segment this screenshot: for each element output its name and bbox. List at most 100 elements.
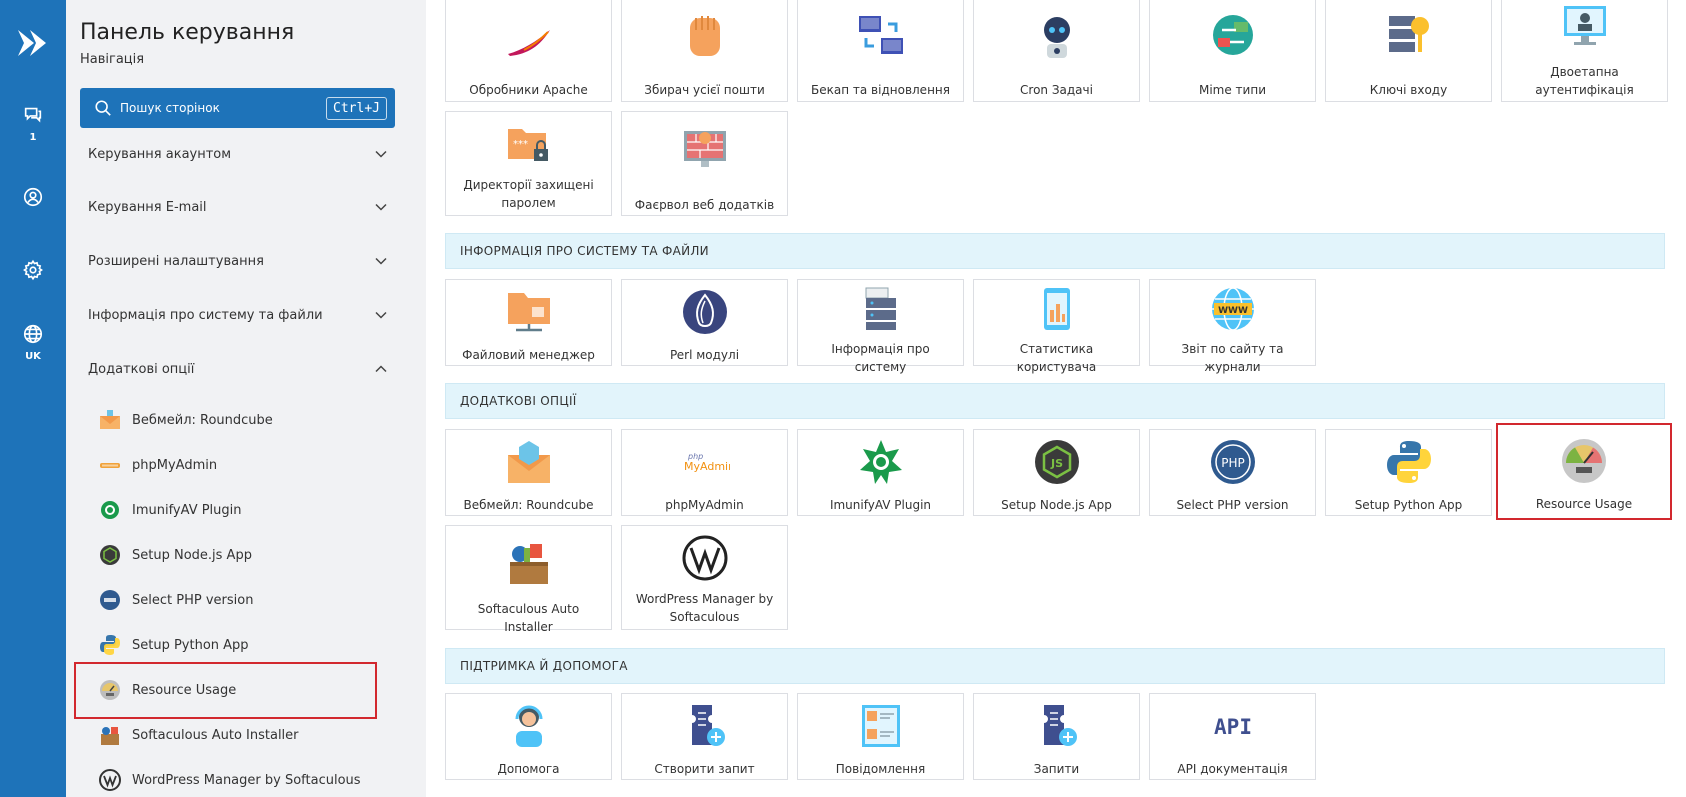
ticket-list-icon bbox=[1043, 705, 1077, 746]
tile-label: Setup Node.js App bbox=[1001, 498, 1112, 512]
tile-label: Setup Python App bbox=[1354, 498, 1463, 512]
search-shortcut: Ctrl+J bbox=[326, 96, 387, 120]
tile-tickets[interactable]: Запити bbox=[973, 693, 1140, 780]
tile-backup[interactable]: Бекап та відновлення bbox=[797, 0, 964, 102]
sidebar-section-extra-options[interactable]: Додаткові опції bbox=[88, 349, 388, 389]
sidebar-section-account[interactable]: Керування акаунтом bbox=[88, 134, 388, 174]
tile-file-manager[interactable]: Файловий менеджер bbox=[445, 279, 612, 366]
sidebar-item-python[interactable]: Setup Python App bbox=[98, 627, 388, 663]
tile-mime-types[interactable]: Mime типи bbox=[1149, 0, 1316, 102]
svg-text:API: API bbox=[1214, 715, 1252, 739]
folder-lock-icon: *** bbox=[507, 129, 548, 161]
perl-onion-icon bbox=[682, 290, 727, 334]
tile-help[interactable]: Допомога bbox=[445, 693, 612, 780]
softaculous-icon bbox=[509, 544, 548, 584]
tile-label: Запити bbox=[1033, 762, 1080, 776]
tile-label: Perl модулі bbox=[669, 348, 740, 362]
sidebar-section-label: Розширені налаштування bbox=[88, 253, 264, 269]
tile-label: Вебмейл: Roundcube bbox=[463, 498, 594, 512]
sidebar-item-label: Softaculous Auto Installer bbox=[132, 727, 299, 743]
sidebar-item-php-version[interactable]: Select PHP version bbox=[98, 582, 388, 618]
tile-waf[interactable]: Фаєрвол веб додатків bbox=[621, 111, 788, 216]
tile-login-keys[interactable]: Ключі входу bbox=[1325, 0, 1492, 102]
tile-label: Двоетапна аутентифікація bbox=[1535, 65, 1634, 97]
tile-python[interactable]: Setup Python App bbox=[1325, 429, 1492, 516]
tile-perl-modules[interactable]: Perl модулі bbox=[621, 279, 788, 366]
tile-cron-jobs[interactable]: Cron Задачі bbox=[973, 0, 1140, 102]
rail-language-button[interactable]: UK bbox=[0, 323, 66, 362]
tile-create-ticket[interactable]: Створити запит bbox=[621, 693, 788, 780]
tile-softaculous[interactable]: Softaculous Auto Installer bbox=[445, 525, 612, 634]
tile-label: Resource Usage bbox=[1535, 497, 1633, 511]
svg-text:WWW: WWW bbox=[1218, 306, 1248, 316]
chat-icon bbox=[24, 107, 42, 123]
logo-icon[interactable] bbox=[12, 22, 54, 64]
tile-php-version[interactable]: PHP Select PHP version bbox=[1149, 429, 1316, 516]
chat-count: 1 bbox=[29, 132, 37, 143]
sidebar-item-label: Вебмейл: Roundcube bbox=[132, 412, 273, 428]
tile-apache-handlers[interactable]: Обробники Apache bbox=[445, 0, 612, 102]
tile-user-stats[interactable]: Статистика користувача bbox=[973, 279, 1140, 374]
tile-roundcube[interactable]: Вебмейл: Roundcube bbox=[445, 429, 612, 516]
sidebar-item-imunifyav[interactable]: ImunifyAV Plugin bbox=[98, 492, 388, 528]
navigation-sidebar: Панель керування Навігація Пошук сторіно… bbox=[66, 0, 408, 797]
sidebar-item-nodejs[interactable]: Setup Node.js App bbox=[98, 537, 388, 573]
search-placeholder: Пошук сторінок bbox=[120, 101, 220, 115]
sidebar-item-label: phpMyAdmin bbox=[132, 457, 218, 473]
tile-label: Статистика користувача bbox=[1016, 342, 1097, 374]
tile-nodejs[interactable]: JS Setup Node.js App bbox=[973, 429, 1140, 516]
sidebar-section-email[interactable]: Керування E-mail bbox=[88, 187, 388, 227]
tile-two-factor[interactable]: Двоетапна аутентифікація bbox=[1501, 0, 1668, 102]
python-icon bbox=[1386, 441, 1431, 483]
section-header-extra-options: ДОДАТКОВІ ОПЦІЇ bbox=[445, 383, 1665, 419]
rail-settings-button[interactable] bbox=[0, 259, 66, 281]
tile-label: phpMyAdmin bbox=[665, 498, 744, 512]
tile-phpmyadmin[interactable]: php MyAdmin phpMyAdmin bbox=[621, 429, 788, 516]
nodejs-icon: JS bbox=[1034, 440, 1079, 484]
language-code: UK bbox=[25, 351, 41, 362]
imunify-icon bbox=[101, 501, 119, 519]
tile-system-info[interactable]: Інформація про систему bbox=[797, 279, 964, 374]
sidebar-item-resource-usage[interactable]: Resource Usage bbox=[98, 672, 388, 708]
section-header-support: ПІДТРИМКА Й ДОПОМОГА bbox=[445, 648, 1665, 684]
www-globe-icon: WWW bbox=[1211, 287, 1254, 331]
sidebar-item-wordpress[interactable]: WordPress Manager by Softaculous bbox=[98, 762, 388, 797]
tile-label: Створити запит bbox=[654, 762, 755, 776]
rail-chat-button[interactable]: 1 bbox=[0, 104, 66, 143]
tile-label: Файловий менеджер bbox=[462, 348, 595, 362]
tile-label: Повідомлення bbox=[835, 762, 926, 776]
tile-wordpress-manager[interactable]: WordPress Manager by Softaculous bbox=[621, 525, 788, 630]
tile-messages[interactable]: Повідомлення bbox=[797, 693, 964, 780]
tile-imunifyav[interactable]: ImunifyAV Plugin bbox=[797, 429, 964, 516]
tile-label: Збирач усієї пошти bbox=[644, 83, 765, 97]
robot-icon bbox=[1043, 17, 1070, 58]
search-input[interactable]: Пошук сторінок Ctrl+J bbox=[80, 88, 395, 128]
sidebar-section-advanced[interactable]: Розширені налаштування bbox=[88, 241, 388, 281]
tile-label: WordPress Manager by Softaculous bbox=[635, 592, 774, 624]
sidebar-section-system-info[interactable]: Інформація про систему та файли bbox=[88, 295, 388, 335]
two-factor-icon bbox=[1563, 6, 1606, 45]
rail-user-button[interactable] bbox=[0, 186, 66, 208]
tile-label: Директорії захищені паролем bbox=[463, 178, 594, 210]
tile-site-logs[interactable]: WWW Звіт по сайту та журнали bbox=[1149, 279, 1316, 374]
tile-resource-usage[interactable]: Resource Usage bbox=[1496, 423, 1672, 520]
server-key-icon bbox=[1388, 16, 1429, 52]
sidebar-item-softaculous[interactable]: Softaculous Auto Installer bbox=[98, 717, 388, 753]
tile-label: Select PHP version bbox=[1176, 498, 1289, 512]
server-info-icon bbox=[865, 287, 896, 330]
backup-icon bbox=[858, 16, 903, 54]
globe-icon bbox=[23, 324, 43, 344]
tile-label: Обробники Apache bbox=[469, 83, 588, 97]
folder-icon bbox=[507, 293, 550, 332]
wordpress-icon bbox=[99, 769, 121, 791]
sidebar-title: Панель керування bbox=[80, 20, 295, 45]
sidebar-item-phpmyadmin[interactable]: phpMyAdmin bbox=[98, 447, 388, 483]
chevron-down-icon bbox=[375, 311, 387, 319]
tile-catch-all[interactable]: Збирач усієї пошти bbox=[621, 0, 788, 102]
user-icon bbox=[23, 187, 43, 207]
tile-api-docs[interactable]: API API документація bbox=[1149, 693, 1316, 780]
tile-protected-dirs[interactable]: *** Директорії захищені паролем bbox=[445, 111, 612, 216]
sidebar-item-roundcube[interactable]: Вебмейл: Roundcube bbox=[98, 402, 388, 438]
envelope-icon bbox=[100, 410, 120, 429]
section-header-system-info: ІНФОРМАЦІЯ ПРО СИСТЕМУ ТА ФАЙЛИ bbox=[445, 233, 1665, 269]
